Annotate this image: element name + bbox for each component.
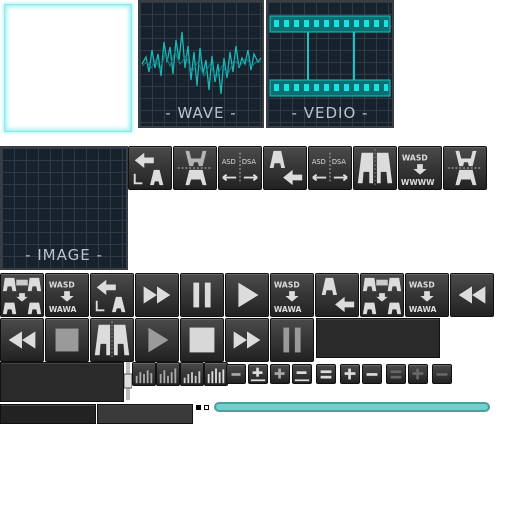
wasd-wawa-icon[interactable]: WASD WAWA (405, 273, 449, 317)
image-panel[interactable]: - IMAGE - (0, 146, 128, 270)
level-bars-icon[interactable] (204, 362, 228, 386)
svg-text:WAWA: WAWA (409, 305, 437, 314)
selection-frame (4, 4, 132, 132)
image-label: - IMAGE - (25, 246, 103, 264)
svg-text:WASD: WASD (274, 280, 300, 289)
svg-text:WAWA: WAWA (274, 305, 302, 314)
turn-right-icon[interactable] (263, 146, 307, 190)
plus-icon[interactable] (408, 364, 428, 384)
wasd-wwww-icon[interactable]: WASD WWWW (398, 146, 442, 190)
equal-icon[interactable] (386, 364, 406, 384)
svg-text:WWWW: WWWW (401, 178, 435, 187)
blank-panel[interactable] (316, 318, 440, 358)
flip-vertical-icon[interactable] (443, 146, 487, 190)
aa-grid-icon[interactable] (360, 273, 404, 317)
rewind-icon[interactable] (0, 318, 44, 362)
minus-icon[interactable] (362, 364, 382, 384)
minus-icon[interactable] (432, 364, 452, 384)
fast-forward-icon[interactable] (135, 273, 179, 317)
svg-text:ASD: ASD (222, 158, 236, 166)
pause-icon[interactable] (180, 273, 224, 317)
svg-text:WAWA: WAWA (49, 305, 77, 314)
play-icon[interactable] (225, 273, 269, 317)
dot-dark (196, 405, 201, 410)
level-bars-icon[interactable] (180, 362, 204, 386)
wave-label: - WAVE - (165, 104, 237, 122)
play-icon[interactable] (135, 318, 179, 362)
split-aa-icon[interactable] (90, 318, 134, 362)
video-label: - VEDIO - (291, 104, 369, 122)
turn-left-icon[interactable] (90, 273, 134, 317)
wasd-wawa-icon[interactable]: WASD WAWA (270, 273, 314, 317)
slider-handle-icon[interactable] (124, 362, 132, 400)
blank-panel[interactable] (0, 362, 124, 402)
wasd-wawa-icon[interactable]: WASD WAWA (45, 273, 89, 317)
fast-forward-icon[interactable] (225, 318, 269, 362)
plus-icon[interactable] (270, 364, 290, 384)
aa-grid-icon[interactable] (0, 273, 44, 317)
turn-right-icon[interactable] (315, 273, 359, 317)
stop-icon[interactable] (180, 318, 224, 362)
blank-bar[interactable] (0, 404, 96, 424)
equal-icon[interactable] (316, 364, 336, 384)
split-aa-icon[interactable] (353, 146, 397, 190)
video-panel[interactable]: - VEDIO - (266, 0, 394, 128)
blank-bar[interactable] (97, 404, 193, 424)
level-bars-icon[interactable] (132, 362, 156, 386)
plus-icon[interactable] (340, 364, 360, 384)
svg-text:DSA: DSA (332, 158, 346, 166)
svg-text:ASD: ASD (312, 158, 326, 166)
zoom-in-ruler-icon[interactable] (248, 364, 268, 384)
svg-text:WASD: WASD (402, 153, 428, 162)
zoom-out-ruler-icon[interactable] (292, 364, 312, 384)
svg-text:WASD: WASD (49, 280, 75, 289)
level-bars-icon[interactable] (156, 362, 180, 386)
minus-icon[interactable] (226, 364, 246, 384)
dot-light (204, 405, 209, 410)
rewind-icon[interactable] (450, 273, 494, 317)
pause-icon[interactable] (270, 318, 314, 362)
progress-bar[interactable] (214, 402, 490, 412)
turn-left-icon[interactable] (128, 146, 172, 190)
svg-text:WASD: WASD (409, 280, 435, 289)
svg-text:DSA: DSA (242, 158, 256, 166)
asd-dsa-icon[interactable]: ASD DSA (308, 146, 352, 190)
flip-vertical-icon[interactable] (173, 146, 217, 190)
asd-dsa-icon[interactable]: ASD DSA (218, 146, 262, 190)
wave-panel[interactable]: - WAVE - (138, 0, 264, 128)
stop-icon[interactable] (45, 318, 89, 362)
